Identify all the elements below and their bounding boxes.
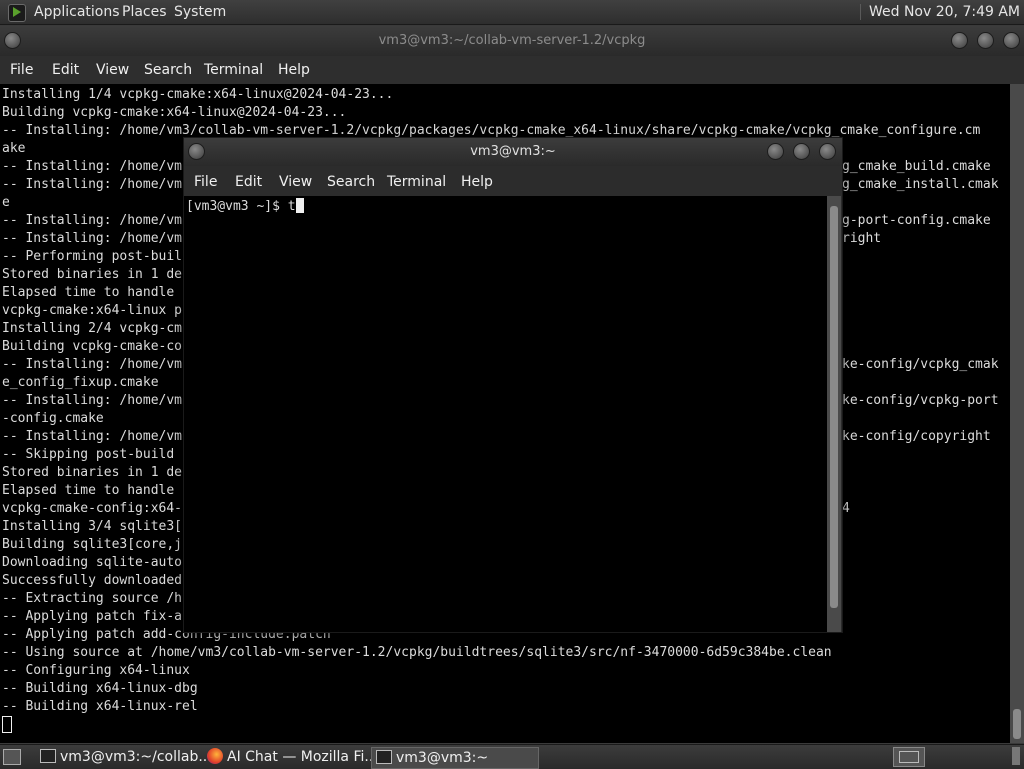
bottom-taskbar: vm3@vm3:~/collab... AI Chat — Mozilla Fi… bbox=[0, 744, 1024, 769]
terminal-line: Installing 2/4 vcpkg-cm bbox=[2, 321, 183, 336]
taskbar-item-main-terminal[interactable]: vm3@vm3:~/collab... bbox=[36, 747, 220, 767]
terminal-line-fragment: ke-config/vcpkg_cmak bbox=[842, 357, 999, 372]
terminal-line: Building sqlite3[core,j bbox=[2, 537, 183, 552]
terminal-line: e_config_fixup.cmake bbox=[2, 375, 159, 390]
terminal-line: Successfully downloaded bbox=[2, 573, 183, 588]
terminal-line: -- Skipping post-build bbox=[2, 447, 175, 462]
terminal-line: -- Building x64-linux-dbg bbox=[2, 681, 198, 696]
terminal-line-fragment: g_cmake_install.cmak bbox=[842, 177, 999, 192]
terminal-line-fragment: g-port-config.cmake bbox=[842, 213, 991, 228]
main-menubar: File Edit View Search Terminal Help bbox=[0, 56, 1024, 84]
taskbar-item-label: AI Chat — Mozilla Fi... bbox=[227, 749, 378, 765]
taskbar-item-label: vm3@vm3:~/collab... bbox=[60, 749, 212, 765]
terminal-line: Installing 1/4 vcpkg-cmake:x64-linux@202… bbox=[2, 87, 394, 102]
menu-file[interactable]: File bbox=[10, 62, 33, 78]
main-text-cursor bbox=[2, 716, 12, 733]
workspace-icon bbox=[899, 751, 919, 763]
popup-terminal-window: vm3@vm3:~ File Edit View Search Terminal… bbox=[183, 137, 843, 633]
main-scrollbar[interactable] bbox=[1010, 84, 1024, 743]
terminal-line-fragment: g_cmake_build.cmake bbox=[842, 159, 991, 174]
app-menu-icon[interactable] bbox=[8, 4, 26, 22]
popup-menu-help[interactable]: Help bbox=[461, 174, 493, 190]
main-window-titlebar[interactable]: vm3@vm3:~/collab-vm-server-1.2/vcpkg bbox=[0, 26, 1024, 56]
terminal-line: -- Installing: /home/vm bbox=[2, 177, 183, 192]
firefox-icon bbox=[207, 748, 223, 764]
terminal-line: -- Extracting source /h bbox=[2, 591, 183, 606]
main-window-title: vm3@vm3:~/collab-vm-server-1.2/vcpkg bbox=[378, 33, 646, 48]
terminal-line: -- Installing: /home/vm bbox=[2, 357, 183, 372]
terminal-line: Building vcpkg-cmake:x64-linux@2024-04-2… bbox=[2, 105, 347, 120]
terminal-line: Elapsed time to handle bbox=[2, 483, 175, 498]
clock[interactable]: Wed Nov 20, 7:49 AM bbox=[859, 4, 1020, 20]
terminal-line-fragment: 4 bbox=[842, 501, 850, 516]
menu-edit[interactable]: Edit bbox=[52, 62, 79, 78]
window-menu-icon[interactable] bbox=[4, 32, 21, 49]
text-cursor bbox=[295, 198, 304, 213]
terminal-line: Stored binaries in 1 de bbox=[2, 465, 183, 480]
trash-icon[interactable] bbox=[1012, 747, 1020, 765]
typed-text: t bbox=[287, 199, 296, 214]
terminal-line: Stored binaries in 1 de bbox=[2, 267, 183, 282]
maximize-button[interactable] bbox=[977, 32, 994, 49]
terminal-line: -- Configuring x64-linux bbox=[2, 663, 190, 678]
terminal-line: -config.cmake bbox=[2, 411, 104, 426]
main-cursor-line bbox=[2, 716, 12, 734]
main-scrollbar-thumb[interactable] bbox=[1013, 709, 1021, 739]
menu-help[interactable]: Help bbox=[278, 62, 310, 78]
places-menu[interactable]: Places bbox=[122, 4, 167, 20]
popup-minimize-button[interactable] bbox=[767, 143, 784, 160]
prompt-line: [vm3@vm3 ~]$ t bbox=[186, 198, 304, 216]
popup-scrollbar[interactable] bbox=[827, 196, 841, 632]
menu-search[interactable]: Search bbox=[144, 62, 192, 78]
terminal-icon bbox=[376, 750, 392, 764]
show-desktop-icon[interactable] bbox=[3, 749, 21, 765]
prompt: [vm3@vm3 ~]$ bbox=[186, 199, 288, 214]
terminal-line-fragment: right bbox=[842, 231, 882, 246]
taskbar-item-popup-terminal[interactable]: vm3@vm3:~ bbox=[371, 747, 539, 769]
terminal-line: -- Building x64-linux-rel bbox=[2, 699, 198, 714]
popup-menu-file[interactable]: File bbox=[194, 174, 217, 190]
terminal-line: e bbox=[2, 195, 10, 210]
popup-close-button[interactable] bbox=[819, 143, 836, 160]
taskbar-item-label: vm3@vm3:~ bbox=[396, 750, 489, 766]
popup-menu-view[interactable]: View bbox=[279, 174, 312, 190]
terminal-line: vcpkg-cmake-config:x64- bbox=[2, 501, 183, 516]
workspace-switcher[interactable] bbox=[893, 747, 925, 767]
terminal-line: -- Installing: /home/vm bbox=[2, 231, 183, 246]
terminal-line-fragment: ke-config/copyright bbox=[842, 429, 991, 444]
top-panel: Applications Places System Wed Nov 20, 7… bbox=[0, 0, 1024, 25]
terminal-line: -- Applying patch fix-a bbox=[2, 609, 183, 624]
terminal-line: -- Using source at /home/vm3/collab-vm-s… bbox=[2, 645, 832, 660]
popup-scrollbar-thumb[interactable] bbox=[830, 206, 838, 608]
close-button[interactable] bbox=[1003, 32, 1020, 49]
terminal-line: vcpkg-cmake:x64-linux p bbox=[2, 303, 183, 318]
popup-window-title: vm3@vm3:~ bbox=[470, 144, 556, 159]
menu-terminal[interactable]: Terminal bbox=[204, 62, 263, 78]
popup-window-menu-icon[interactable] bbox=[188, 143, 205, 160]
terminal-line: Downloading sqlite-auto bbox=[2, 555, 183, 570]
popup-menu-edit[interactable]: Edit bbox=[235, 174, 262, 190]
popup-maximize-button[interactable] bbox=[793, 143, 810, 160]
popup-menu-terminal[interactable]: Terminal bbox=[387, 174, 446, 190]
terminal-line: -- Performing post-buil bbox=[2, 249, 183, 264]
terminal-line: ake bbox=[2, 141, 26, 156]
popup-terminal-output[interactable]: [vm3@vm3 ~]$ t bbox=[184, 196, 827, 632]
terminal-line: -- Installing: /home/vm bbox=[2, 393, 183, 408]
popup-menu-search[interactable]: Search bbox=[327, 174, 375, 190]
terminal-line: Building vcpkg-cmake-co bbox=[2, 339, 183, 354]
applications-menu[interactable]: Applications bbox=[34, 4, 120, 20]
terminal-line: -- Installing: /home/vm bbox=[2, 159, 183, 174]
popup-menubar: File Edit View Search Terminal Help bbox=[184, 168, 842, 196]
minimize-button[interactable] bbox=[951, 32, 968, 49]
terminal-line: Elapsed time to handle bbox=[2, 285, 175, 300]
terminal-line: Installing 3/4 sqlite3[ bbox=[2, 519, 183, 534]
menu-view[interactable]: View bbox=[96, 62, 129, 78]
terminal-icon bbox=[40, 749, 56, 763]
terminal-line: -- Installing: /home/vm bbox=[2, 213, 183, 228]
terminal-line-fragment: ke-config/vcpkg-port bbox=[842, 393, 999, 408]
popup-window-titlebar[interactable]: vm3@vm3:~ bbox=[184, 138, 842, 166]
taskbar-item-firefox[interactable]: AI Chat — Mozilla Fi... bbox=[203, 747, 390, 767]
terminal-line: -- Installing: /home/vm bbox=[2, 429, 183, 444]
system-menu[interactable]: System bbox=[174, 4, 226, 20]
